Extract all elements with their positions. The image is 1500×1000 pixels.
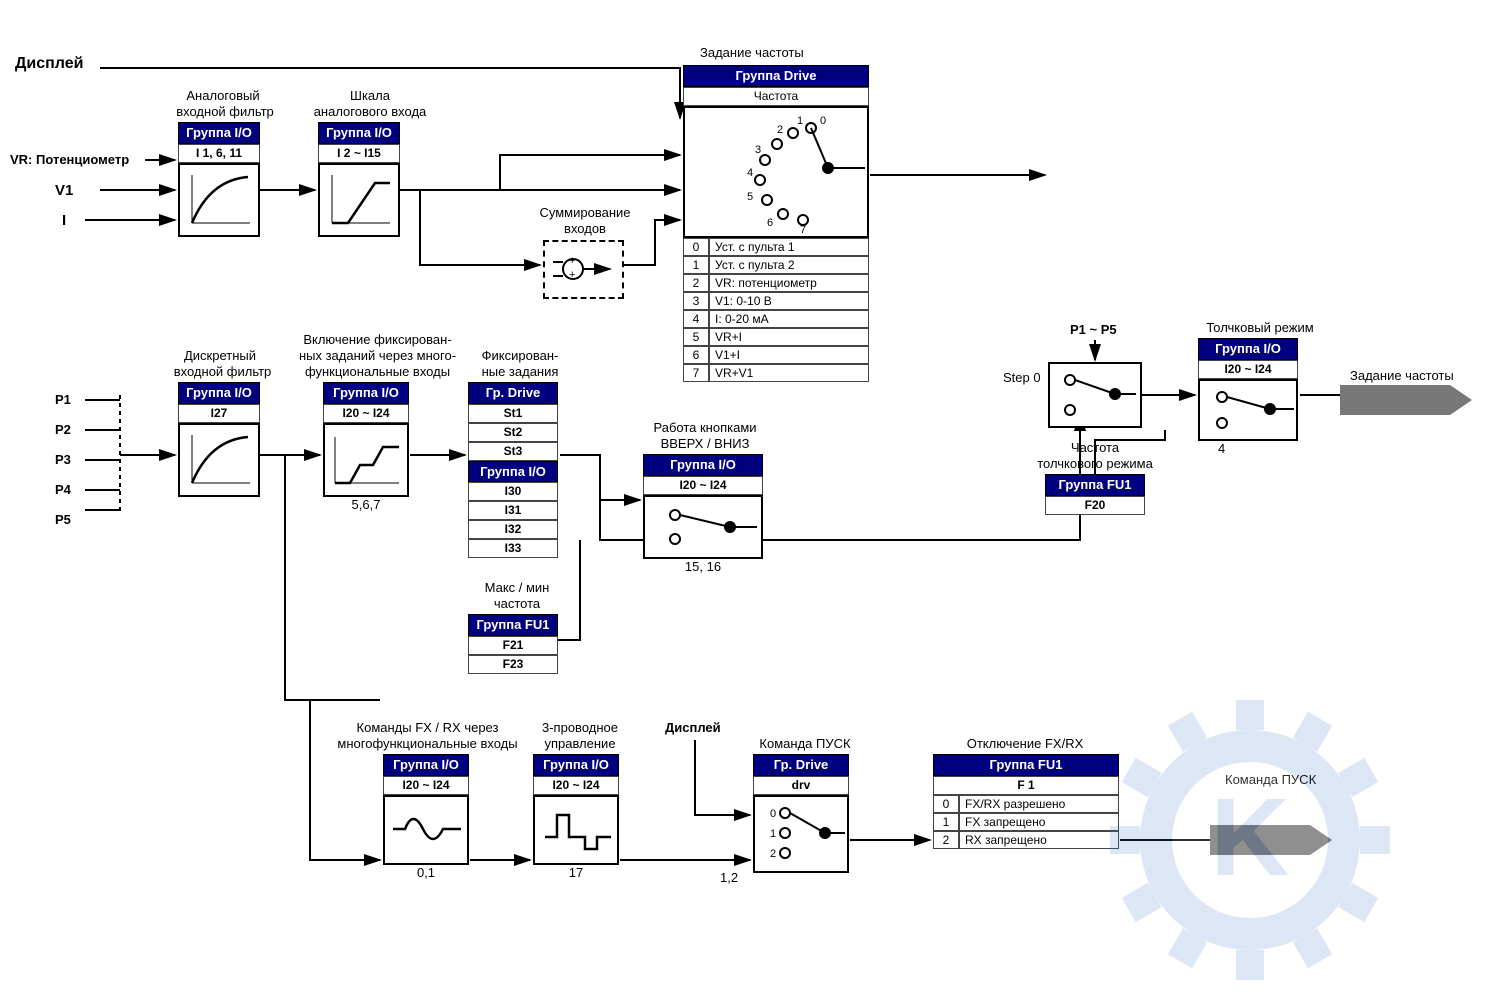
svg-text:3: 3 (755, 144, 761, 156)
wire3-t1: 3-проводное (530, 720, 630, 735)
svg-text:2: 2 (777, 124, 783, 136)
svg-text:6: 6 (767, 217, 773, 229)
jog-mode-block: Группа I/O I20 ~ I24 4 (1198, 338, 1298, 456)
minmax-block: Группа FU1 F21F23 (468, 614, 558, 674)
drive-freq-block: Группа Drive Частота 012 345 67 0Уст. с … (683, 65, 869, 382)
svg-text:+: + (569, 255, 575, 267)
fxrx-cmd-block: Группа I/O I20 ~ I24 0,1 (383, 754, 469, 880)
svg-text:K: K (1210, 776, 1289, 899)
step0-label: Step 0 (1003, 370, 1041, 385)
analog-scale-block: Группа I/O I 2 ~ I15 (318, 122, 400, 237)
run-cmd-block: Гр. Drive drv 012 (753, 754, 849, 873)
input-v1: V1 (55, 182, 73, 199)
svg-text:2: 2 (770, 848, 776, 860)
analog-filter-title2: входной фильтр (170, 104, 280, 119)
jog-freq-t1: Частота (1045, 440, 1145, 455)
svg-text:4: 4 (747, 167, 753, 179)
minmax-t2: частота (482, 596, 552, 611)
step-selector (1048, 362, 1142, 428)
analog-filter-title1: Аналоговый (178, 88, 268, 103)
watermark-gear-icon: K (1080, 680, 1420, 1000)
analog-filter-block: Группа I/O I 1, 6, 11 (178, 122, 260, 237)
display2-label: Дисплей (665, 720, 721, 735)
input-p4: P4 (55, 482, 71, 497)
summing-block: ++ (543, 240, 624, 299)
svg-text:1: 1 (797, 115, 803, 127)
input-p5: P5 (55, 512, 71, 527)
digital-filter-t2: входной фильтр (165, 364, 280, 379)
out-freq-label: Задание частоты (1350, 368, 1454, 383)
updown-t2: ВВЕРХ / ВНИЗ (650, 436, 760, 451)
wire3-t2: управление (535, 736, 625, 751)
multi-en-t3: функциональные входы (290, 364, 465, 379)
svg-text:7: 7 (800, 224, 806, 234)
updown-block: Группа I/O I20 ~ I24 15, 16 (643, 454, 763, 574)
multi-en-block: Группа I/O I20 ~ I24 5,6,7 (323, 382, 409, 512)
fixed-block: Гр. Drive St1St2St3 Группа I/O I30I31I32… (468, 382, 558, 558)
analog-scale-title2: аналогового входа (300, 104, 440, 119)
digital-filter-block: Группа I/O I27 (178, 382, 260, 497)
jog-freq-block: Группа FU1 F20 (1045, 474, 1145, 515)
out-freq-arrow (1340, 385, 1450, 415)
fxrx-dis-title: Отключение FX/RX (955, 736, 1095, 751)
digital-filter-t1: Дискретный (175, 348, 265, 363)
input-p2: P2 (55, 422, 71, 437)
freq-ref-title: Задание частоты (700, 45, 804, 60)
run-cmd-foot: 1,2 (720, 870, 738, 885)
svg-text:0: 0 (770, 808, 776, 820)
input-p1: P1 (55, 392, 71, 407)
fixed-t2: ные задания (470, 364, 570, 379)
fixed-t1: Фиксирован- (470, 348, 570, 363)
wire3-block: Группа I/O I20 ~ I24 17 (533, 754, 619, 880)
input-vr: VR: Потенциометр (10, 152, 129, 167)
fxrx-cmd-t1: Команды FX / RX через (320, 720, 535, 735)
input-p3: P3 (55, 452, 71, 467)
fxrx-cmd-t2: многофункциональные входы (320, 736, 535, 751)
input-i: I (62, 212, 66, 229)
p1p5-label: P1 ~ P5 (1070, 322, 1117, 337)
summing-title2: входов (550, 221, 620, 236)
minmax-t1: Макс / мин (472, 580, 562, 595)
multi-en-t1: Включение фиксирован- (290, 332, 465, 347)
analog-scale-title1: Шкала (335, 88, 405, 103)
svg-text:5: 5 (747, 191, 753, 203)
svg-text:1: 1 (770, 828, 776, 840)
svg-text:+: + (569, 269, 575, 281)
display-label: Дисплей (15, 55, 83, 73)
run-cmd-title: Команда ПУСК (755, 736, 855, 751)
svg-text:0: 0 (820, 115, 826, 127)
jog-freq-t2: толчкового режима (1020, 456, 1170, 471)
multi-en-t2: ных заданий через много- (290, 348, 465, 363)
jog-mode-title: Толчковый режим (1195, 320, 1325, 335)
summing-title1: Суммирование (530, 205, 640, 220)
updown-t1: Работа кнопками (640, 420, 770, 435)
